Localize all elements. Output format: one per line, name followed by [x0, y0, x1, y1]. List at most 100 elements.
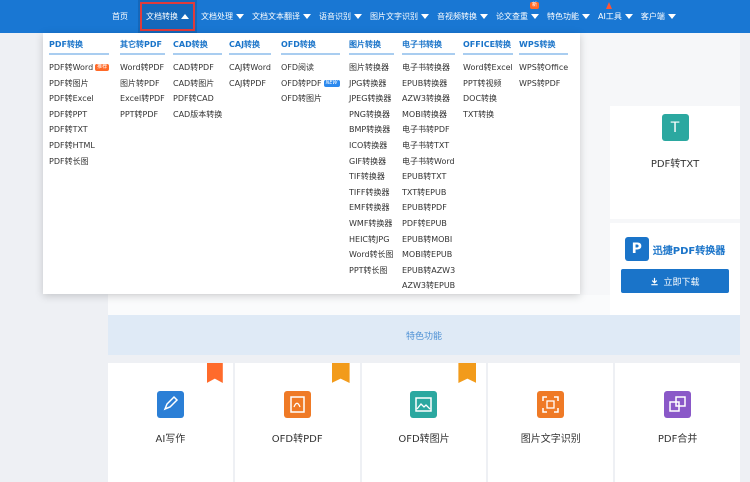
feature-card[interactable]: 图片文字识别: [488, 363, 614, 482]
dropdown-link[interactable]: PDF转长图: [49, 154, 109, 170]
nav-item-1[interactable]: 文档转换: [138, 0, 197, 33]
dropdown-link-label: 电子书转换器: [402, 63, 450, 72]
feature-card-label: OFD转PDF: [271, 434, 323, 445]
dropdown-link[interactable]: 电子书转PDF: [402, 122, 455, 138]
nav-item-9[interactable]: AI工具: [594, 0, 637, 33]
dropdown-link-label: PPT转视频: [463, 78, 502, 88]
dropdown-link[interactable]: Word转长图: [349, 247, 394, 263]
caret-down-icon: [624, 14, 633, 19]
dropdown-link[interactable]: TXT转EPUB: [402, 185, 455, 201]
nav-item-7[interactable]: 论文查重新: [492, 0, 543, 33]
dropdown-link[interactable]: GIF转换器: [349, 154, 394, 170]
caret-down-icon: [421, 14, 429, 19]
dropdown-link[interactable]: PDF转Word 推荐: [49, 60, 110, 76]
caret-down-icon: [236, 14, 244, 19]
dropdown-link[interactable]: 图片转换器: [349, 60, 394, 76]
dropdown-link[interactable]: TXT转换: [463, 107, 513, 123]
feature-card[interactable]: OFD转PDF: [234, 363, 360, 482]
caret-down-icon: [303, 14, 311, 19]
dropdown-link[interactable]: JPEG转换器: [349, 91, 394, 107]
dropdown-link[interactable]: PDF转HTML: [49, 138, 109, 154]
dropdown-link-label: PPT转长图: [349, 265, 388, 275]
nav-item-2[interactable]: 文档处理: [197, 0, 248, 33]
dropdown-link[interactable]: WPS转PDF: [519, 76, 568, 92]
dropdown-link[interactable]: 电子书转Word: [402, 154, 455, 170]
dropdown-link[interactable]: CAD版本转换: [173, 107, 222, 123]
dropdown-link[interactable]: WPS转Office: [519, 60, 568, 76]
new-flag-badge: 新: [529, 2, 539, 9]
dropdown-link[interactable]: CAJ转Word: [229, 60, 271, 76]
nav-item-10[interactable]: 客户端: [637, 0, 680, 33]
nav-item-label: 文档转换: [146, 12, 178, 21]
dropdown-link-label: PDF转HTML: [49, 140, 95, 150]
nav-item-8[interactable]: 特色功能: [543, 0, 594, 33]
app-logo: P 迅捷PDF转换器: [624, 237, 725, 261]
dropdown-link[interactable]: OFD阅读: [281, 60, 340, 76]
dropdown-link[interactable]: OFD转PDF NEW: [281, 76, 340, 92]
dropdown-link[interactable]: TIFF转换器: [349, 185, 394, 201]
dropdown-link-label: AZW3转EPUB: [402, 281, 456, 291]
dropdown-link[interactable]: AZW3转EPUB: [402, 278, 455, 294]
dropdown-link[interactable]: HEIC转JPG: [349, 232, 394, 248]
dropdown-link[interactable]: EPUB转换器: [402, 76, 455, 92]
feature-card-label: 图片文字识别: [520, 434, 581, 445]
dropdown-link[interactable]: Excel转PDF: [120, 91, 165, 107]
download-button[interactable]: 立即下载: [621, 269, 729, 293]
dropdown-column-head: OFFICE转换: [463, 39, 513, 55]
dropdown-link[interactable]: PDF转EPUB: [402, 216, 455, 232]
dropdown-link[interactable]: MOBI转EPUB: [402, 247, 455, 263]
dropdown-link[interactable]: MOBI转换器: [402, 107, 455, 123]
caret-down-icon: [354, 14, 362, 19]
tool-card-pdf-to-txt[interactable]: T PDF转TXT: [610, 106, 740, 219]
dropdown-link[interactable]: CAD转PDF: [173, 60, 222, 76]
dropdown-link[interactable]: EPUB转MOBI: [402, 232, 455, 248]
dropdown-link[interactable]: 电子书转换器: [402, 60, 455, 76]
dropdown-link[interactable]: EPUB转AZW3: [402, 263, 455, 279]
dropdown-link[interactable]: PDF转TXT: [49, 122, 109, 138]
dropdown-link[interactable]: 图片转PDF: [120, 76, 165, 92]
feature-card[interactable]: PDF合并: [615, 363, 740, 482]
nav-item-4[interactable]: 语音识别: [315, 0, 366, 33]
nav-item-label: 语音识别: [319, 12, 351, 21]
features-row: AI写作 OFD转PDF OFD转图片 图片文字识别 PDF合并: [108, 363, 740, 482]
nav-item-6[interactable]: 音视频转换: [433, 0, 492, 33]
dropdown-link[interactable]: JPG转换器: [349, 76, 394, 92]
dropdown-link[interactable]: AZW3转换器: [402, 91, 455, 107]
dropdown-link[interactable]: CAJ转PDF: [229, 76, 271, 92]
dropdown-link[interactable]: WMF转换器: [349, 216, 394, 232]
dropdown-link[interactable]: PDF转PPT: [49, 107, 109, 123]
dropdown-column-2: CAD转换 CAD转PDF CAD转图片 PDF转CAD CAD版本转换: [173, 39, 223, 123]
dropdown-link[interactable]: Word转PDF: [120, 60, 165, 76]
dropdown-link[interactable]: EPUB转TXT: [402, 169, 455, 185]
dropdown-link[interactable]: PDF转图片: [49, 76, 109, 92]
dropdown-link[interactable]: Word转Excel: [463, 60, 513, 76]
nav-item-5[interactable]: 图片文字识别: [366, 0, 433, 33]
dropdown-link[interactable]: DOC转换: [463, 91, 513, 107]
dropdown-link[interactable]: PNG转换器: [349, 107, 394, 123]
dropdown-column-head: 电子书转换: [402, 39, 456, 55]
nav-item-3[interactable]: 文档文本翻译: [248, 0, 315, 33]
dropdown-link[interactable]: CAD转图片: [173, 76, 222, 92]
dropdown-link-label: AZW3转换器: [402, 94, 450, 104]
dropdown-link[interactable]: EMF转换器: [349, 200, 394, 216]
dropdown-link[interactable]: BMP转换器: [349, 122, 394, 138]
dropdown-link[interactable]: TIF转换器: [349, 169, 394, 185]
dropdown-column-1: 其它转PDF Word转PDF 图片转PDF Excel转PDF PPT转PDF: [120, 39, 165, 122]
dropdown-link-label: TIFF转换器: [349, 187, 390, 197]
dropdown-link[interactable]: 电子书转TXT: [402, 138, 455, 154]
dropdown-link[interactable]: EPUB转PDF: [402, 200, 455, 216]
dropdown-link[interactable]: PPT转视频: [463, 76, 513, 92]
dropdown-link[interactable]: PDF转CAD: [173, 91, 222, 107]
dropdown-link[interactable]: PPT转PDF: [120, 107, 165, 123]
dropdown-link[interactable]: PPT转长图: [349, 263, 394, 279]
feature-card[interactable]: AI写作: [108, 363, 233, 482]
dropdown-link[interactable]: PDF转Excel: [49, 91, 109, 107]
dropdown-column-4: OFD转换 OFD阅读 OFD转PDF NEW OFD转图片: [281, 39, 340, 107]
dropdown-link-label: 图片转换器: [349, 63, 389, 72]
dropdown-link[interactable]: ICO转换器: [349, 138, 394, 154]
dropdown-column-head: CAD转换: [173, 39, 223, 55]
feature-card[interactable]: OFD转图片: [361, 363, 487, 482]
dropdown-link[interactable]: OFD转图片: [281, 91, 340, 107]
dropdown-link-label: 电子书转Word: [402, 156, 455, 166]
nav-item-0[interactable]: 首页: [108, 0, 138, 33]
